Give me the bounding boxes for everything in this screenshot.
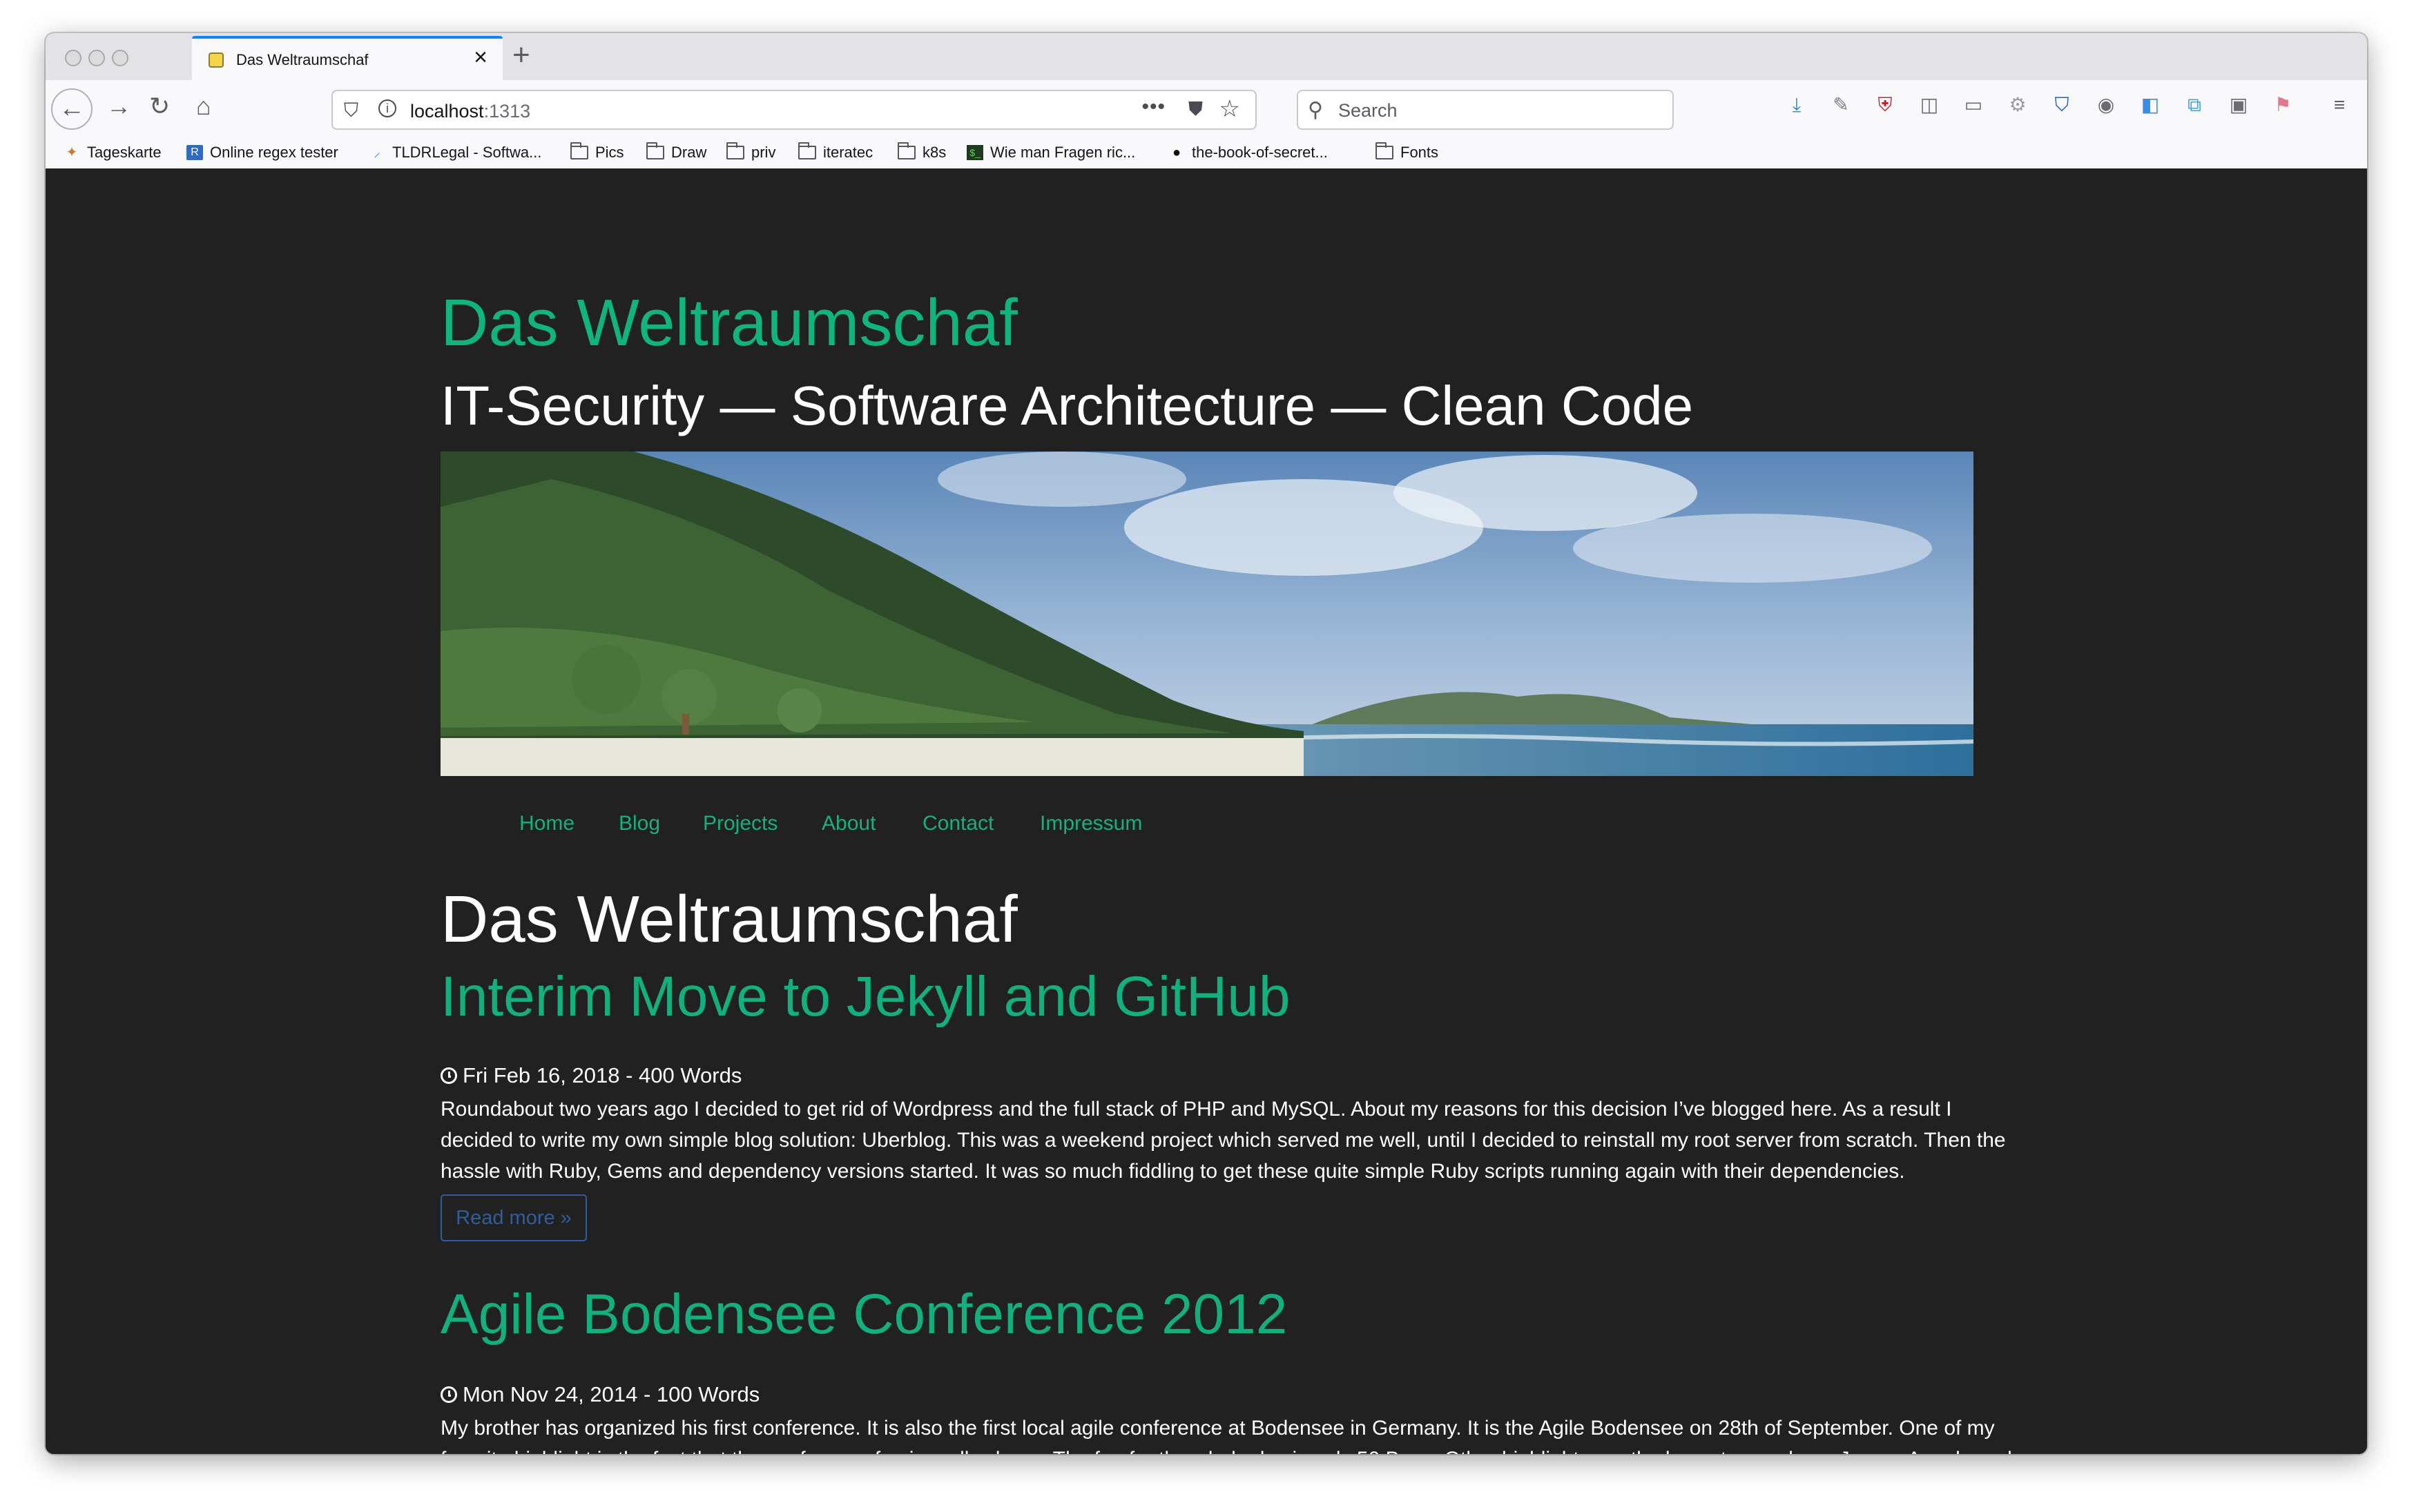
nav-link-impressum[interactable]: Impressum [1040, 812, 1142, 835]
ublock-icon[interactable]: ⛨ [1874, 94, 1896, 116]
new-tab-button[interactable]: + [512, 37, 530, 73]
eyedropper-icon[interactable]: ✎ [1830, 94, 1852, 116]
post-title-link[interactable]: Agile Bodensee Conference 2012 [441, 1281, 1287, 1348]
home-button[interactable]: ⌂ [196, 93, 211, 120]
bookmark-item[interactable]: R Online regex tester [186, 144, 338, 162]
back-button[interactable]: ← [51, 88, 93, 130]
tldrlegal-icon: ⸝ [374, 145, 380, 160]
nav-link-projects[interactable]: Projects [703, 812, 778, 835]
bookmark-item[interactable]: ● the-book-of-secret... [1168, 144, 1328, 162]
post-excerpt: My brother has organized his first confe… [441, 1417, 2012, 1454]
navigation-toolbar: ← → ↻ ⌂ ⛉ i localhost:1313 ••• ⛊ ☆ ⚲ ⤓ ✎… [46, 80, 2367, 170]
folder-icon [646, 142, 664, 159]
reader-sidebar-icon[interactable]: ◫ [1918, 94, 1940, 116]
browser-tab[interactable]: Das Weltraumschaf × [192, 36, 503, 80]
site-tagline: IT-Security — Software Architecture — Cl… [441, 375, 1694, 436]
bookmark-item[interactable]: priv [726, 142, 775, 162]
page-actions-icon[interactable]: ••• [1141, 95, 1166, 119]
bookmark-item[interactable]: Fonts [1375, 142, 1438, 162]
terminal-icon: $_ [967, 145, 983, 160]
site-info-icon[interactable]: i [378, 99, 396, 117]
nav-link-blog[interactable]: Blog [619, 812, 660, 835]
github-icon: ● [1172, 145, 1181, 160]
clock-icon [441, 1386, 457, 1403]
post-title-link[interactable]: Interim Move to Jekyll and GitHub [441, 964, 1290, 1030]
forward-button[interactable]: → [106, 93, 131, 120]
address-bar[interactable]: ⛉ i localhost:1313 ••• ⛊ ☆ [331, 90, 1257, 130]
search-input[interactable] [1337, 98, 1657, 123]
browser-window: Das Weltraumschaf × + ← → ↻ ⌂ ⛉ i localh… [46, 33, 2367, 1454]
extension-flag-icon[interactable]: ⚑ [2272, 94, 2294, 116]
window-close-button[interactable] [65, 50, 81, 66]
tageskarte-icon: ✦ [66, 145, 78, 160]
clock-icon [441, 1067, 457, 1084]
extension-gear-icon[interactable]: ⚙ [2007, 94, 2029, 116]
bookmark-item[interactable]: iteratec [798, 142, 873, 162]
account-icon[interactable]: ◉ [2095, 94, 2117, 116]
tab-title: Das Weltraumschaf [236, 51, 369, 68]
search-bar[interactable]: ⚲ [1297, 90, 1674, 130]
bitwarden-icon[interactable]: ⛉ [2051, 94, 2073, 116]
window-zoom-button[interactable] [112, 50, 128, 66]
folder-icon [798, 142, 816, 159]
favicon-icon [209, 52, 224, 68]
bookmarks-toolbar: ✦ Tageskarte R Online regex tester ⸝ TLDRLe… [46, 142, 2367, 168]
close-tab-icon[interactable]: × [474, 46, 487, 69]
folder-icon [1375, 142, 1393, 159]
nav-link-contact[interactable]: Contact [923, 812, 994, 835]
downloads-icon[interactable]: ⤓ [1786, 94, 1808, 116]
bookmark-item[interactable]: Draw [646, 142, 706, 162]
bookmark-item[interactable]: ⸝ TLDRLegal - Softwa... [369, 144, 541, 162]
post-excerpt: Roundabout two years ago I decided to ge… [441, 1098, 2006, 1183]
folder-icon [570, 142, 588, 159]
url-text[interactable]: localhost:1313 [410, 101, 530, 122]
nav-link-home[interactable]: Home [519, 812, 574, 835]
extension-l-icon[interactable]: ▣ [2228, 94, 2250, 116]
folder-icon [898, 142, 916, 159]
bookmark-item[interactable]: $_ Wie man Fragen ric... [967, 144, 1135, 162]
extension-blue-icon[interactable]: ◧ [2139, 94, 2161, 116]
screenshot-icon[interactable]: ⧉ [2183, 94, 2205, 116]
header-beach-image [441, 452, 1973, 776]
regex-icon: R [186, 145, 203, 160]
read-more-button[interactable]: Read more » [441, 1194, 587, 1241]
post-meta: Mon Nov 24, 2014 - 100 Words [441, 1382, 760, 1407]
page-heading: Das Weltraumschaf [441, 882, 1018, 956]
post-meta: Fri Feb 16, 2018 - 400 Words [441, 1063, 742, 1088]
bookmark-item[interactable]: Pics [570, 142, 624, 162]
bookmark-item[interactable]: k8s [898, 142, 946, 162]
window-minimize-button[interactable] [88, 50, 105, 66]
site-title-link[interactable]: Das Weltraumschaf [441, 284, 1018, 362]
page-content: Das Weltraumschaf IT-Security — Software… [46, 168, 2367, 1454]
pocket-icon[interactable]: ⛊ [1188, 98, 1203, 121]
extension-dots-icon[interactable]: ▭ [1962, 94, 1985, 116]
folder-icon [726, 142, 744, 159]
bookmark-item[interactable]: ✦ Tageskarte [64, 144, 162, 162]
bookmark-star-icon[interactable]: ☆ [1219, 95, 1240, 123]
reload-button[interactable]: ↻ [149, 93, 170, 120]
search-icon: ⚲ [1308, 99, 1323, 122]
menu-icon[interactable]: ≡ [2328, 94, 2350, 116]
tab-strip: Das Weltraumschaf × + [46, 33, 2367, 80]
tracking-protection-icon[interactable]: ⛉ [344, 99, 358, 122]
nav-link-about[interactable]: About [822, 812, 876, 835]
